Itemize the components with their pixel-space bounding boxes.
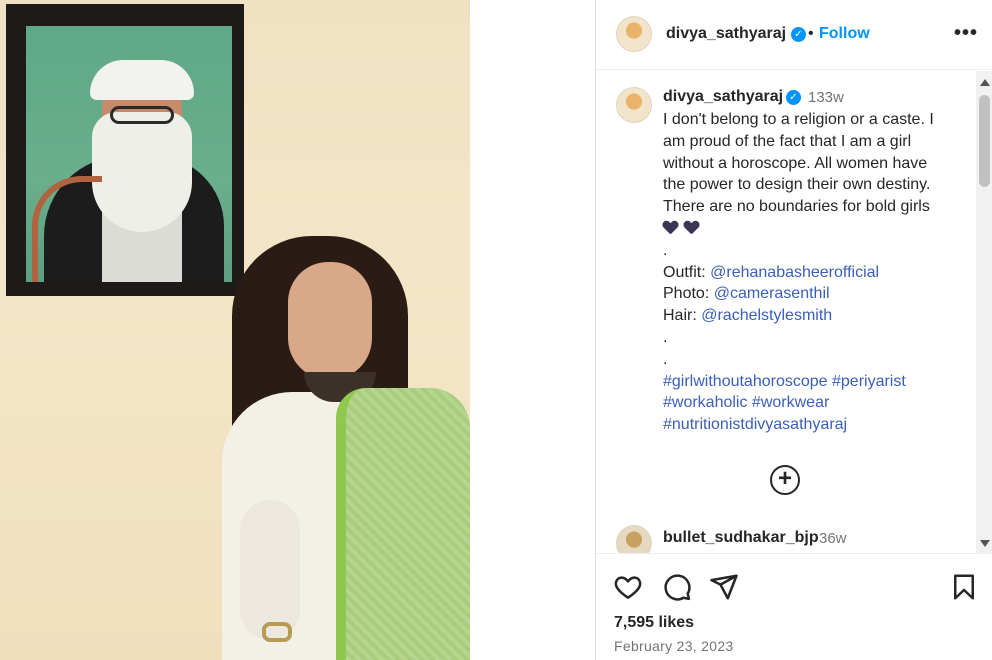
emoji-line (663, 218, 963, 240)
caption-line: I don't belong to a religion or a caste.… (663, 111, 934, 128)
caption-timestamp[interactable]: 133w (808, 89, 844, 106)
caption-line: the power to design their own destiny. (663, 176, 931, 194)
credit-outfit: Outfit: @rehanabasheerofficial (663, 262, 963, 284)
painting-cane (32, 176, 102, 282)
bookmark-icon[interactable] (949, 572, 979, 602)
commenter-username[interactable]: bullet_sudhakar_bjp (663, 529, 819, 547)
caption-avatar[interactable] (616, 87, 652, 123)
caption-dot: . (663, 328, 668, 346)
credit-label: Hair: (663, 307, 702, 325)
mention-link[interactable]: @rachelstylesmith (701, 307, 832, 324)
verified-icon: ✓ (786, 90, 801, 105)
comment-icon[interactable] (662, 572, 692, 602)
credit-photo: Photo: @camerasenthil (663, 283, 963, 305)
verified-icon: ✓ (791, 27, 806, 42)
avatar[interactable] (616, 16, 652, 52)
comments-section[interactable]: divya_sathyaraj ✓ 133w I don't belong to… (596, 71, 976, 553)
commenter-avatar[interactable] (616, 525, 652, 553)
painting-hair (90, 60, 194, 100)
caption-text: I don't belong to a religion or a caste.… (663, 109, 963, 436)
post-side-panel: divya_sathyaraj ✓ • Follow ••• divya_sat… (595, 0, 992, 660)
caption-line: There are no boundaries for bold girls (663, 198, 930, 216)
woman-arm (240, 500, 300, 640)
post-photo[interactable] (0, 0, 470, 660)
follow-button[interactable]: Follow (819, 25, 870, 43)
post-username[interactable]: divya_sathyaraj (666, 25, 786, 43)
caption-username[interactable]: divya_sathyaraj (663, 88, 783, 106)
more-options-icon[interactable]: ••• (954, 22, 978, 45)
hashtag-line[interactable]: #nutritionistdivyasathyaraj (663, 414, 963, 436)
caption-line: without a horoscope. All women have (663, 154, 928, 172)
photo-gap (470, 0, 595, 660)
heart-icon[interactable] (613, 572, 643, 602)
mention-link[interactable]: @camerasenthil (714, 285, 830, 302)
black-heart-icon (663, 221, 678, 235)
comment-timestamp[interactable]: 36w (819, 530, 847, 547)
hashtag-line[interactable]: #girlwithoutahoroscope #periyarist (663, 371, 963, 393)
comments-scrollbar[interactable] (976, 71, 992, 553)
likes-count[interactable]: 7,595 likes (614, 614, 694, 632)
painting-glasses (110, 106, 174, 124)
credit-label: Photo: (663, 285, 714, 303)
plus-circle-icon[interactable]: + (770, 465, 800, 495)
hashtag-line[interactable]: #workaholic #workwear (663, 392, 963, 414)
woman-dupatta (336, 388, 470, 660)
scrollbar-thumb[interactable] (979, 95, 990, 187)
credit-label: Outfit: (663, 263, 711, 281)
caption-line: am proud of the fact that I am a girl (663, 132, 912, 150)
post-date[interactable]: February 23, 2023 (614, 638, 734, 654)
portrait-painting (26, 26, 232, 282)
mention-link[interactable]: @rehanabasheerofficial (710, 264, 879, 281)
credit-hair: Hair: @rachelstylesmith (663, 305, 963, 327)
caption-dot: . (663, 350, 668, 368)
woman-face (288, 262, 372, 380)
woman-bangle (262, 622, 292, 642)
scroll-down-arrow-icon[interactable] (980, 540, 990, 547)
post-header: divya_sathyaraj ✓ • Follow ••• (596, 0, 992, 70)
post-actions: 7,595 likes February 23, 2023 (596, 553, 992, 660)
scroll-up-arrow-icon[interactable] (980, 79, 990, 86)
black-heart-icon (684, 221, 699, 235)
painting-frame (6, 4, 244, 296)
caption-dot: . (663, 241, 668, 259)
share-icon[interactable] (709, 572, 739, 602)
separator-dot: • (808, 25, 814, 42)
painting-beard (92, 112, 192, 232)
